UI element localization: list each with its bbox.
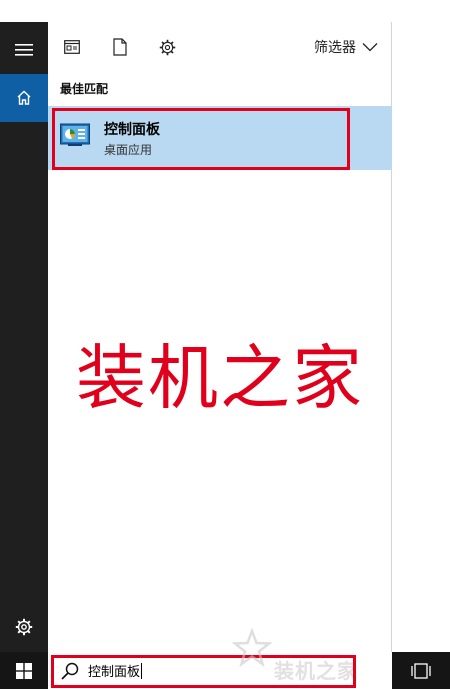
start-menu-rail — [0, 22, 48, 652]
hamburger-menu-button[interactable] — [0, 25, 48, 75]
gear-icon — [159, 39, 175, 55]
settings-button[interactable] — [0, 602, 48, 652]
document-list-icon — [64, 40, 80, 54]
filter-label: 筛选器 — [314, 40, 356, 56]
task-view-button[interactable] — [392, 652, 450, 689]
home-button[interactable] — [0, 74, 48, 122]
filter-dropdown[interactable]: 筛选器 — [314, 37, 378, 57]
best-match-heading: 最佳匹配 — [60, 82, 109, 96]
desktop-background — [392, 0, 450, 652]
page-icon — [113, 38, 127, 56]
gear-icon — [15, 618, 33, 636]
search-results-panel: 筛选器 最佳匹配 控制面板 桌面应用 装机之家 — [48, 22, 392, 652]
home-icon — [17, 90, 31, 105]
search-annotation-box — [51, 655, 356, 688]
taskbar-search-box[interactable]: 控制面板 装机之家 — [48, 652, 392, 689]
apps-filter-button[interactable] — [61, 36, 83, 58]
search-toolbar: 筛选器 — [48, 22, 392, 72]
watermark-text: 装机之家 — [76, 337, 364, 419]
task-view-icon — [411, 662, 431, 679]
taskbar: 控制面板 装机之家 — [0, 652, 450, 689]
result-annotation-box — [52, 108, 350, 170]
chevron-down-icon — [362, 43, 378, 52]
hamburger-icon — [15, 44, 33, 56]
windows-logo-icon — [16, 662, 32, 679]
watermark-star-icon — [232, 628, 272, 668]
settings-filter-button[interactable] — [156, 36, 178, 58]
documents-filter-button[interactable] — [109, 36, 131, 58]
start-button[interactable] — [0, 652, 48, 689]
